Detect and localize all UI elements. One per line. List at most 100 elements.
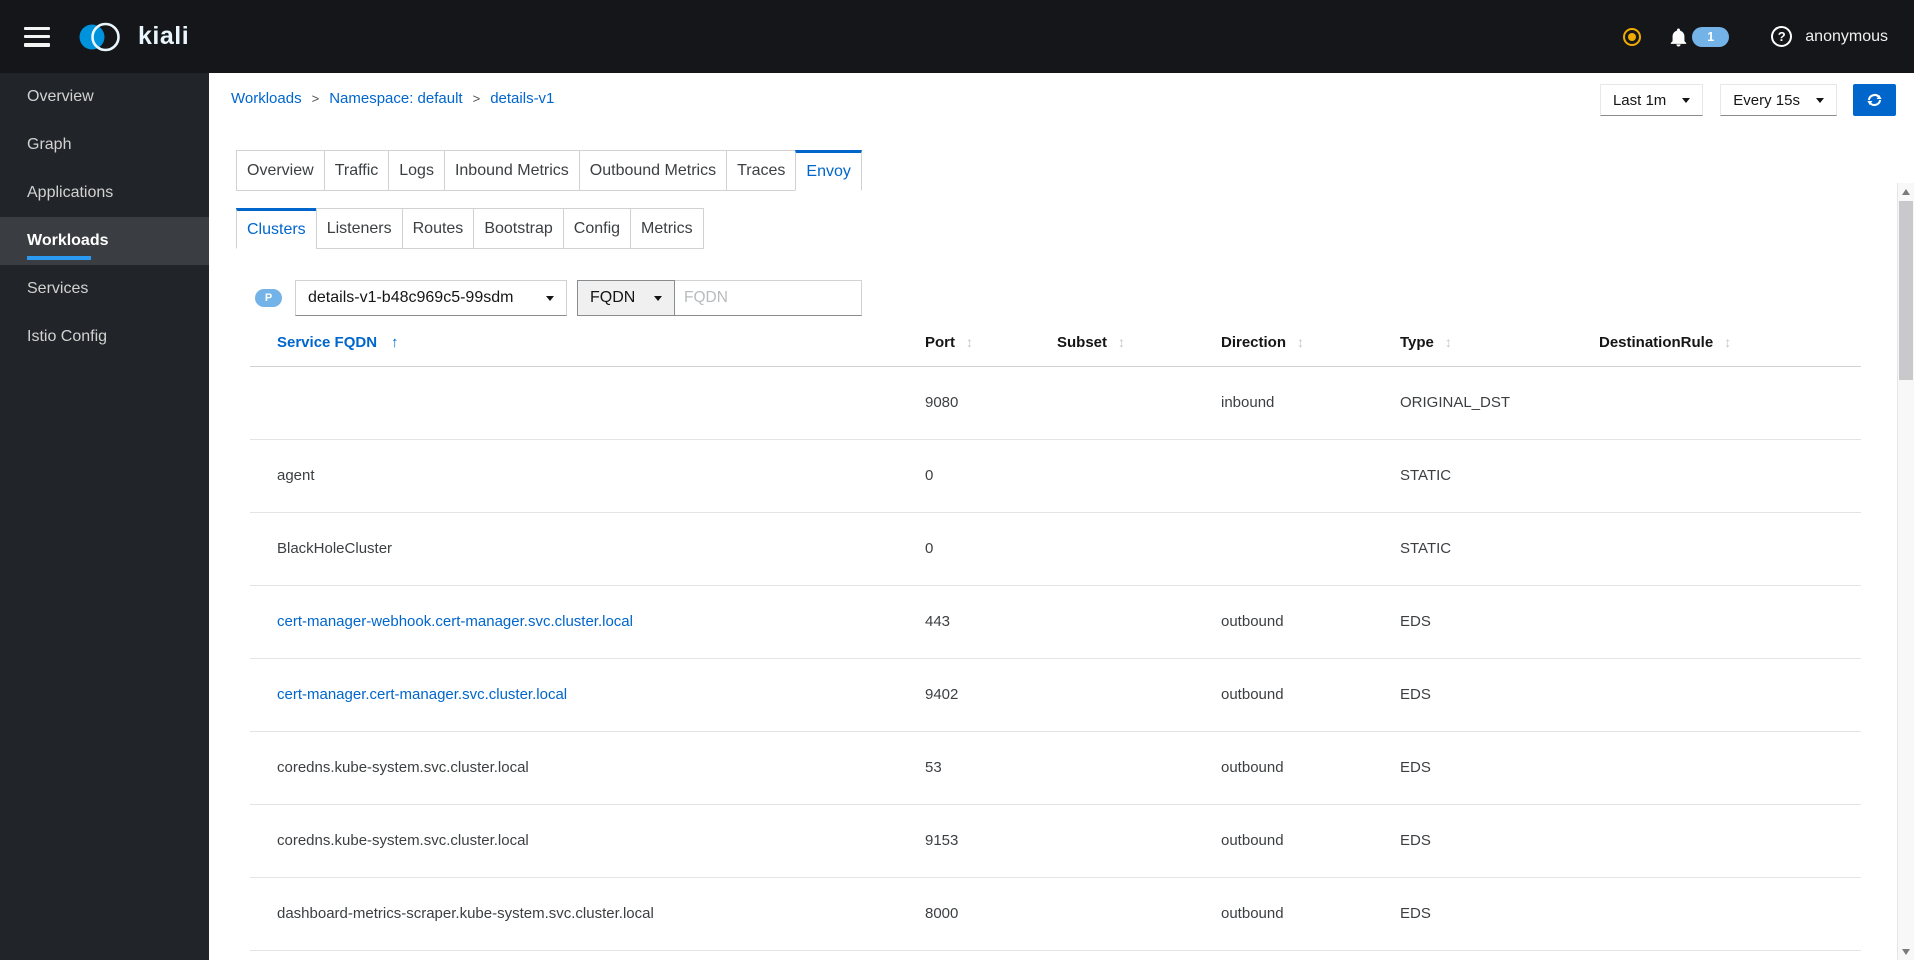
duration-dropdown[interactable]: Last 1m xyxy=(1599,84,1704,116)
notifications-control[interactable]: 1 xyxy=(1669,26,1730,47)
sort-icon[interactable]: ↕ xyxy=(1297,334,1304,350)
cell-type: EDS xyxy=(1400,585,1599,659)
masthead: kiali 1 ? anonymous xyxy=(0,0,1914,73)
cell-type: EDS xyxy=(1400,731,1599,805)
cell-subset xyxy=(1057,804,1221,878)
subtab-metrics[interactable]: Metrics xyxy=(630,208,704,249)
refresh-interval-dropdown[interactable]: Every 15s xyxy=(1720,84,1837,116)
column-header-port[interactable]: Port ↕ xyxy=(925,320,1057,367)
scrollbar-thumb[interactable] xyxy=(1899,201,1913,380)
cell-type: EDS xyxy=(1400,804,1599,878)
sidebar-item-istio-config[interactable]: Istio Config xyxy=(0,313,209,361)
cell-service-fqdn: dashboard-metrics-scraper.kube-system.sv… xyxy=(250,877,925,951)
table-row: agent 0 STATIC xyxy=(250,439,1861,513)
sidebar-nav: Overview Graph Applications Workloads Servic… xyxy=(0,73,209,960)
cell-port: 8000 xyxy=(925,877,1057,951)
username[interactable]: anonymous xyxy=(1805,28,1888,46)
scroll-up-arrow[interactable] xyxy=(1898,183,1914,200)
sidebar-item-graph[interactable]: Graph xyxy=(0,121,209,169)
pod-badge: P xyxy=(255,289,282,307)
sidebar-item-label: Istio Config xyxy=(27,328,108,345)
filter-toolbar: P details-v1-b48c969c5-99sdm FQDN xyxy=(255,280,1861,316)
sort-icon[interactable]: ↕ xyxy=(966,334,973,350)
brand-name: kiali xyxy=(138,22,190,50)
tab-inbound-metrics[interactable]: Inbound Metrics xyxy=(443,150,580,191)
filter-type-value: FQDN xyxy=(590,289,636,306)
table-row: cert-manager.cert-manager.svc.cluster.lo… xyxy=(250,658,1861,732)
sort-icon[interactable]: ↕ xyxy=(1445,334,1452,350)
cell-subset xyxy=(1057,731,1221,805)
sidebar-item-services[interactable]: Services xyxy=(0,265,209,313)
column-header-service-fqdn[interactable]: Service FQDN ↑ xyxy=(250,320,925,367)
sidebar-item-label: Applications xyxy=(27,184,114,201)
table-row: BlackHoleCluster 0 STATIC xyxy=(250,512,1861,586)
scroll-down-arrow[interactable] xyxy=(1898,943,1914,960)
service-fqdn-link[interactable]: cert-manager-webhook.cert-manager.svc.cl… xyxy=(277,613,633,630)
refresh-icon xyxy=(1867,94,1882,106)
cell-port: 53 xyxy=(925,731,1057,805)
sidebar-item-label: Overview xyxy=(27,88,94,105)
active-nav-indicator xyxy=(27,256,91,260)
tab-logs[interactable]: Logs xyxy=(388,150,445,191)
cell-service-fqdn: coredns.kube-system.svc.cluster.local xyxy=(250,804,925,878)
subtab-routes[interactable]: Routes xyxy=(401,208,475,249)
column-header-destinationrule[interactable]: DestinationRule ↕ xyxy=(1599,320,1861,367)
masthead-actions: 1 ? anonymous xyxy=(1623,26,1914,47)
sidebar-item-overview[interactable]: Overview xyxy=(0,73,209,121)
column-header-direction[interactable]: Direction ↕ xyxy=(1221,320,1400,367)
clusters-table-body: 9080 inbound ORIGINAL_DST agent 0 STATIC Black… xyxy=(250,366,1861,951)
column-label: Port xyxy=(925,334,955,352)
tab-overview[interactable]: Overview xyxy=(236,150,325,191)
tab-envoy[interactable]: Envoy xyxy=(795,150,862,191)
column-label: Subset xyxy=(1057,334,1108,352)
menu-toggle-button[interactable] xyxy=(24,26,50,47)
kiali-brand[interactable]: kiali xyxy=(77,19,189,55)
service-fqdn-link[interactable]: cert-manager.cert-manager.svc.cluster.lo… xyxy=(277,686,567,703)
filter-type-dropdown[interactable]: FQDN xyxy=(577,280,675,316)
sort-icon[interactable]: ↕ xyxy=(1724,334,1731,350)
sidebar-item-workloads[interactable]: Workloads xyxy=(0,217,209,265)
vertical-scrollbar[interactable] xyxy=(1897,183,1914,960)
table-row: cert-manager-webhook.cert-manager.svc.cl… xyxy=(250,585,1861,659)
cell-destinationrule xyxy=(1599,731,1861,805)
breadcrumb: Workloads > Namespace: default > details-v1 xyxy=(231,90,554,107)
sidebar-item-applications[interactable]: Applications xyxy=(0,169,209,217)
sort-icon[interactable]: ↕ xyxy=(1118,334,1125,350)
duration-value: Last 1m xyxy=(1612,91,1667,109)
cell-subset xyxy=(1057,877,1221,951)
cell-service-fqdn: agent xyxy=(250,439,925,513)
refresh-button[interactable] xyxy=(1853,84,1896,116)
subtab-bootstrap[interactable]: Bootstrap xyxy=(473,208,564,249)
cell-direction: inbound xyxy=(1221,366,1400,440)
cell-service-fqdn xyxy=(250,366,925,440)
cell-direction xyxy=(1221,512,1400,586)
breadcrumb-link-details-v1[interactable]: details-v1 xyxy=(490,90,554,107)
cell-service-fqdn: cert-manager-webhook.cert-manager.svc.cl… xyxy=(250,585,925,659)
chevron-down-icon xyxy=(654,295,662,301)
fqdn-filter-input[interactable] xyxy=(675,280,862,316)
column-label: Service FQDN xyxy=(277,334,378,352)
chevron-down-icon xyxy=(1816,97,1824,103)
breadcrumb-link-workloads[interactable]: Workloads xyxy=(231,90,302,107)
column-header-subset[interactable]: Subset ↕ xyxy=(1057,320,1221,367)
help-icon[interactable]: ? xyxy=(1771,26,1793,47)
pod-dropdown[interactable]: details-v1-b48c969c5-99sdm xyxy=(295,280,567,316)
cell-subset xyxy=(1057,366,1221,440)
tab-traces[interactable]: Traces xyxy=(726,150,797,191)
tab-traffic[interactable]: Traffic xyxy=(323,150,390,191)
sort-ascending-icon[interactable]: ↑ xyxy=(391,334,399,351)
cell-port: 0 xyxy=(925,439,1057,513)
tab-outbound-metrics[interactable]: Outbound Metrics xyxy=(578,150,728,191)
cell-subset xyxy=(1057,439,1221,513)
breadcrumb-separator: > xyxy=(311,91,320,106)
kiali-logo-icon xyxy=(79,22,120,51)
istio-status-icon[interactable] xyxy=(1623,27,1642,46)
table-row: coredns.kube-system.svc.cluster.local 915… xyxy=(250,804,1861,878)
breadcrumb-link-namespace:-default[interactable]: Namespace: default xyxy=(329,90,462,107)
subtab-config[interactable]: Config xyxy=(562,208,632,249)
subtab-listeners[interactable]: Listeners xyxy=(315,208,403,249)
cell-service-fqdn: coredns.kube-system.svc.cluster.local xyxy=(250,731,925,805)
column-header-type[interactable]: Type ↕ xyxy=(1400,320,1599,367)
time-toolbar: Last 1m Every 15s xyxy=(1599,84,1896,116)
subtab-clusters[interactable]: Clusters xyxy=(236,208,317,249)
